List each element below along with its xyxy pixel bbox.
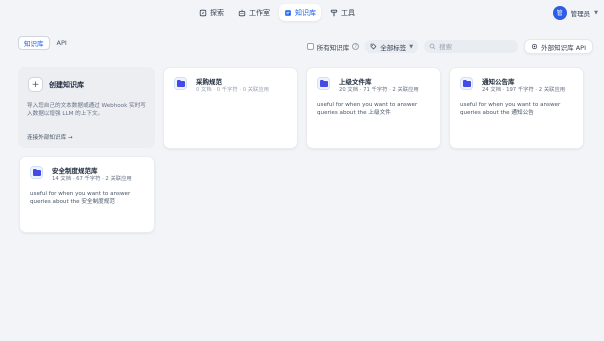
kb-card[interactable]: 安全制度规范库 14 文档 · 67 千字符 · 2 关联应用 useful f…: [19, 156, 155, 233]
kb-card[interactable]: 上级文件库 20 文档 · 71 千字符 · 2 关联应用 useful for…: [306, 67, 441, 149]
toolbar: 所有知识库 ? 全部标签 ▼ 外部知识库 API: [306, 39, 593, 54]
kb-card[interactable]: 通知公告库 24 文档 · 197 千字符 · 2 关联应用 useful fo…: [449, 67, 584, 149]
nav-tools-label: 工具: [341, 8, 355, 17]
chevron-down-icon: ▼: [409, 43, 414, 50]
tab-bar: 知识库 API: [18, 36, 72, 50]
avatar: 管: [552, 5, 567, 20]
chevron-down-icon: ▼: [594, 9, 598, 16]
kb-meta: 20 文档 · 71 千字符 · 2 关联应用: [339, 87, 419, 93]
main-nav: 探索 工作室 知识库 工具: [194, 4, 360, 21]
kb-description: useful for when you want to answer queri…: [30, 191, 131, 205]
nav-studio-label: 工作室: [249, 8, 270, 17]
kb-meta: 24 文档 · 197 千字符 · 2 关联应用: [482, 87, 566, 93]
nav-knowledge-label: 知识库: [295, 8, 316, 17]
all-kb-checkbox[interactable]: [306, 43, 314, 50]
plus-icon: +: [28, 77, 43, 92]
all-kb-label: 所有知识库: [316, 43, 350, 52]
folder-icon: [30, 166, 43, 179]
folder-icon: [460, 77, 473, 90]
folder-icon: [317, 77, 330, 90]
book-icon: [285, 9, 291, 16]
connect-external-kb-link[interactable]: 连接外部知识库 →: [27, 133, 73, 141]
nav-explore-label: 探索: [210, 8, 224, 17]
tag-icon: [370, 43, 377, 50]
search-icon: [429, 43, 436, 50]
api-icon: [532, 43, 538, 50]
robot-icon: [238, 9, 246, 16]
search-input[interactable]: [439, 42, 510, 51]
tag-filter-dropdown[interactable]: 全部标签 ▼: [365, 40, 419, 53]
tab-api[interactable]: API: [52, 36, 72, 50]
compass-icon: [199, 9, 207, 16]
kb-meta: 14 文档 · 67 千字符 · 2 关联应用: [52, 176, 132, 182]
search-box[interactable]: [424, 40, 519, 53]
create-knowledge-description: 导入您自己的文本数据或通过 Webhook 实时写入数据以增强 LLM 的上下文…: [27, 103, 146, 117]
hammer-icon: [330, 9, 338, 16]
folder-icon: [174, 77, 187, 90]
nav-explore[interactable]: 探索: [194, 4, 229, 21]
create-knowledge-title: 创建知识库: [49, 80, 84, 89]
external-kb-api-button[interactable]: 外部知识库 API: [524, 39, 593, 54]
tab-knowledge[interactable]: 知识库: [18, 36, 50, 50]
user-menu[interactable]: 管 管理员 ▼: [552, 4, 598, 21]
kb-description: useful for when you want to answer queri…: [317, 102, 418, 116]
user-name: 管理员: [570, 9, 591, 18]
nav-studio[interactable]: 工作室: [233, 4, 275, 21]
kb-meta: 0 文档 · 0 千字符 · 0 关联应用: [196, 87, 269, 93]
tag-filter-label: 全部标签: [380, 43, 407, 52]
kb-description: useful for when you want to answer queri…: [460, 102, 561, 116]
all-kb-toggle[interactable]: 所有知识库 ?: [306, 42, 360, 52]
kb-card[interactable]: 采购规范 0 文档 · 0 千字符 · 0 关联应用: [163, 67, 298, 149]
help-icon[interactable]: ?: [352, 43, 360, 50]
top-bar: 探索 工作室 知识库 工具 管 管理员 ▼: [0, 0, 604, 26]
nav-tools[interactable]: 工具: [325, 4, 360, 21]
external-kb-api-label: 外部知识库 API: [541, 43, 586, 52]
create-knowledge-header: + 创建知识库: [28, 77, 84, 92]
nav-knowledge[interactable]: 知识库: [279, 4, 321, 21]
